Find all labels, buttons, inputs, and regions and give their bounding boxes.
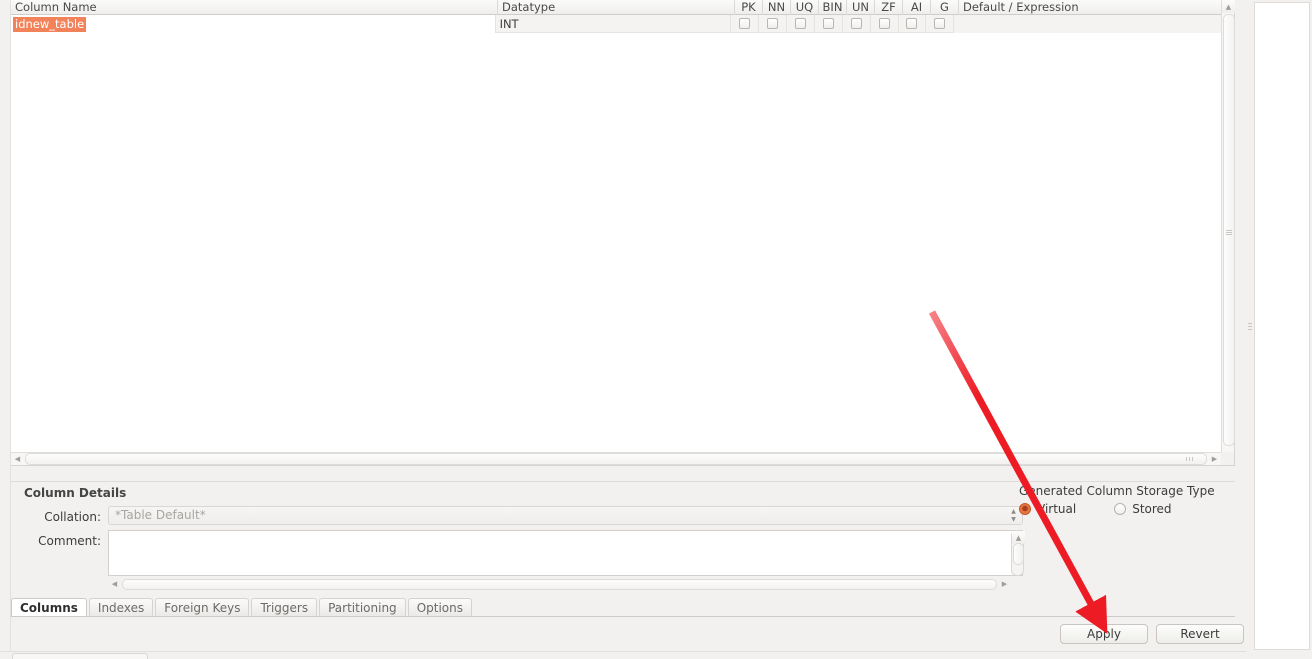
splitter-grip-icon [1248, 323, 1252, 331]
columns-grid-header: Column Name Datatype PK NN UQ BIN UN ZF … [11, 0, 1234, 15]
header-bin[interactable]: BIN [819, 0, 847, 15]
generated-column-storage-type: Generated Column Storage Type Virtual St… [1019, 484, 1237, 516]
scroll-thumb-grip-icon [1226, 230, 1232, 235]
zf-checkbox[interactable] [878, 18, 890, 29]
table-row[interactable]: idnew_table INT [11, 15, 1221, 33]
generated-storage-options: Virtual Stored [1019, 502, 1237, 516]
comment-scroll-thumb[interactable] [1013, 543, 1024, 565]
table-editor-window: Column Name Datatype PK NN UQ BIN UN ZF … [0, 0, 1312, 659]
grid-vertical-scroll-thumb[interactable] [1223, 14, 1235, 446]
cell-g-checkbox[interactable] [926, 15, 955, 33]
left-gutter [0, 0, 11, 651]
header-datatype[interactable]: Datatype [498, 0, 735, 15]
comment-textarea[interactable] [108, 530, 1023, 576]
cell-bin-checkbox[interactable] [815, 15, 843, 33]
radio-stored[interactable]: Stored [1114, 502, 1172, 516]
scroll-left-icon[interactable]: ◀ [108, 578, 121, 591]
comment-horizontal-scroll-thumb[interactable] [122, 578, 997, 590]
panel-splitter[interactable] [1246, 0, 1254, 651]
radio-virtual-label: Virtual [1037, 502, 1077, 516]
radio-virtual-icon[interactable] [1019, 503, 1031, 515]
header-nn[interactable]: NN [763, 0, 791, 15]
grid-scroll-corner [1221, 452, 1234, 465]
cell-datatype[interactable]: INT [496, 15, 732, 33]
generated-storage-title: Generated Column Storage Type [1019, 484, 1215, 498]
comment-horizontal-scrollbar[interactable]: ◀ ▶ [108, 578, 1011, 590]
cell-nn-checkbox[interactable] [759, 15, 788, 33]
grid-horizontal-scrollbar[interactable]: ◀ ▶ [11, 452, 1221, 465]
scroll-right-icon[interactable]: ▶ [998, 578, 1011, 591]
editor-tabbar: Columns Indexes Foreign Keys Triggers Pa… [11, 598, 1235, 617]
header-zf[interactable]: ZF [875, 0, 903, 15]
bottom-tab-stub[interactable] [12, 653, 148, 659]
pk-checkbox[interactable] [739, 18, 751, 29]
column-name-edit-field[interactable]: idnew_table [13, 16, 87, 32]
stepper-down-icon[interactable]: ▼ [1011, 517, 1016, 523]
cell-column-name[interactable]: idnew_table [11, 15, 496, 33]
right-side-panel [1254, 2, 1310, 650]
scroll-up-icon[interactable]: ▲ [1222, 0, 1235, 13]
cell-ai-checkbox[interactable] [899, 15, 927, 33]
header-ai[interactable]: AI [903, 0, 931, 15]
radio-stored-icon[interactable] [1114, 503, 1127, 515]
radio-virtual[interactable]: Virtual [1019, 502, 1076, 516]
cell-zf-checkbox[interactable] [871, 15, 899, 33]
scroll-right-icon[interactable]: ▶ [1208, 453, 1221, 466]
grid-vertical-scrollbar[interactable]: ▲ [1221, 0, 1235, 452]
header-g[interactable]: G [931, 0, 959, 15]
header-default-expression[interactable]: Default / Expression [959, 0, 1227, 15]
collation-label: Collation: [44, 510, 101, 524]
uq-checkbox[interactable] [795, 18, 807, 29]
cell-pk-checkbox[interactable] [731, 15, 760, 33]
nn-checkbox[interactable] [767, 18, 779, 29]
bin-checkbox[interactable] [822, 18, 834, 29]
header-uq[interactable]: UQ [791, 0, 819, 15]
g-checkbox[interactable] [934, 18, 946, 29]
tab-triggers[interactable]: Triggers [251, 598, 318, 616]
comment-vertical-scrollbar[interactable]: ▲ [1011, 530, 1025, 576]
stepper-icon[interactable]: ▲ ▼ [1009, 509, 1018, 523]
comment-label: Comment: [38, 534, 101, 548]
grid-horizontal-scroll-thumb[interactable] [25, 453, 1207, 465]
scroll-thumb-grip-icon [1186, 457, 1194, 461]
cell-uq-checkbox[interactable] [787, 15, 815, 33]
header-pk[interactable]: PK [735, 0, 763, 15]
header-un[interactable]: UN [847, 0, 875, 15]
ai-checkbox[interactable] [906, 18, 918, 29]
tab-columns[interactable]: Columns [11, 598, 87, 616]
header-column-name[interactable]: Column Name [11, 0, 498, 15]
column-details-title: Column Details [24, 486, 127, 500]
cell-default-expression[interactable] [954, 15, 1221, 33]
tab-options[interactable]: Options [407, 598, 472, 616]
revert-button[interactable]: Revert [1156, 624, 1244, 644]
collation-select[interactable]: *Table Default* ▲ ▼ [108, 506, 1023, 525]
radio-stored-label: Stored [1132, 502, 1172, 516]
editor-action-bar: Apply Revert [11, 617, 1244, 651]
tab-foreign-keys[interactable]: Foreign Keys [155, 598, 250, 616]
scroll-left-icon[interactable]: ◀ [11, 453, 24, 466]
columns-grid-body[interactable]: idnew_table INT [11, 15, 1221, 452]
bottom-strip [0, 651, 1246, 659]
columns-grid[interactable]: Column Name Datatype PK NN UQ BIN UN ZF … [11, 0, 1235, 466]
tab-partitioning[interactable]: Partitioning [319, 598, 406, 616]
collation-value: *Table Default* [115, 508, 206, 522]
apply-button[interactable]: Apply [1060, 624, 1148, 644]
stepper-up-icon[interactable]: ▲ [1011, 509, 1016, 515]
table-editor-panel: Column Name Datatype PK NN UQ BIN UN ZF … [0, 0, 1246, 659]
tab-indexes[interactable]: Indexes [88, 598, 154, 616]
cell-un-checkbox[interactable] [843, 15, 871, 33]
un-checkbox[interactable] [850, 18, 862, 29]
